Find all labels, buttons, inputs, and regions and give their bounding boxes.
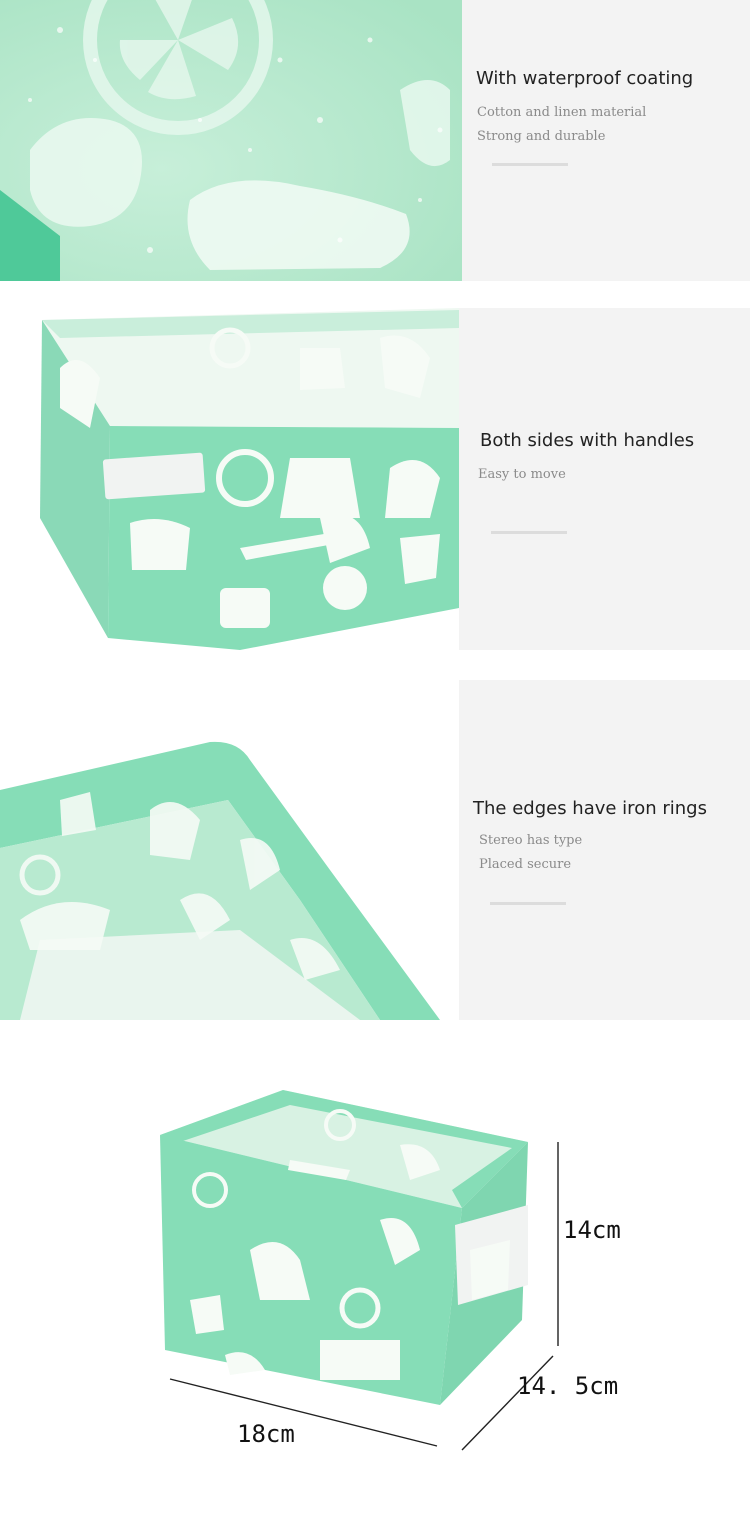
height-label: 14cm (563, 1216, 621, 1244)
feature-heading: Both sides with handles (480, 430, 695, 451)
feature-line: Easy to move (478, 467, 566, 482)
basket-rim-image (0, 680, 459, 1020)
feature-iron-rings: The edges have iron rings Stereo has typ… (0, 680, 750, 1020)
basket-handle-image (0, 308, 459, 650)
text-panel: The edges have iron rings Stereo has typ… (459, 680, 750, 1020)
width-label: 18cm (237, 1420, 295, 1448)
feature-waterproof: With waterproof coating Cotton and linen… (0, 0, 750, 281)
fabric-closeup-image (0, 0, 462, 281)
feature-handles: Both sides with handles Easy to move (0, 308, 750, 650)
feature-line: Placed secure (479, 857, 572, 872)
feature-line: Cotton and linen material (477, 105, 647, 120)
text-panel: Both sides with handles Easy to move (459, 308, 750, 650)
divider-rule (490, 902, 566, 905)
feature-line: Stereo has type (479, 833, 583, 848)
divider-rule (492, 163, 568, 166)
dimensions-section: 14cm 14. 5cm 18cm (0, 1050, 750, 1516)
feature-line: Strong and durable (477, 129, 606, 144)
divider-rule (491, 531, 567, 534)
text-panel: With waterproof coating Cotton and linen… (462, 0, 750, 281)
fabric-closeup-illustration (0, 0, 462, 281)
feature-heading: With waterproof coating (476, 68, 694, 89)
feature-heading: The edges have iron rings (473, 798, 707, 819)
basket-rim-illustration (0, 741, 440, 1020)
basket-handle-illustration (40, 308, 459, 650)
depth-dimension-line (461, 1355, 554, 1451)
basket-dimensions-illustration (160, 1090, 559, 1451)
depth-label: 14. 5cm (517, 1372, 619, 1400)
